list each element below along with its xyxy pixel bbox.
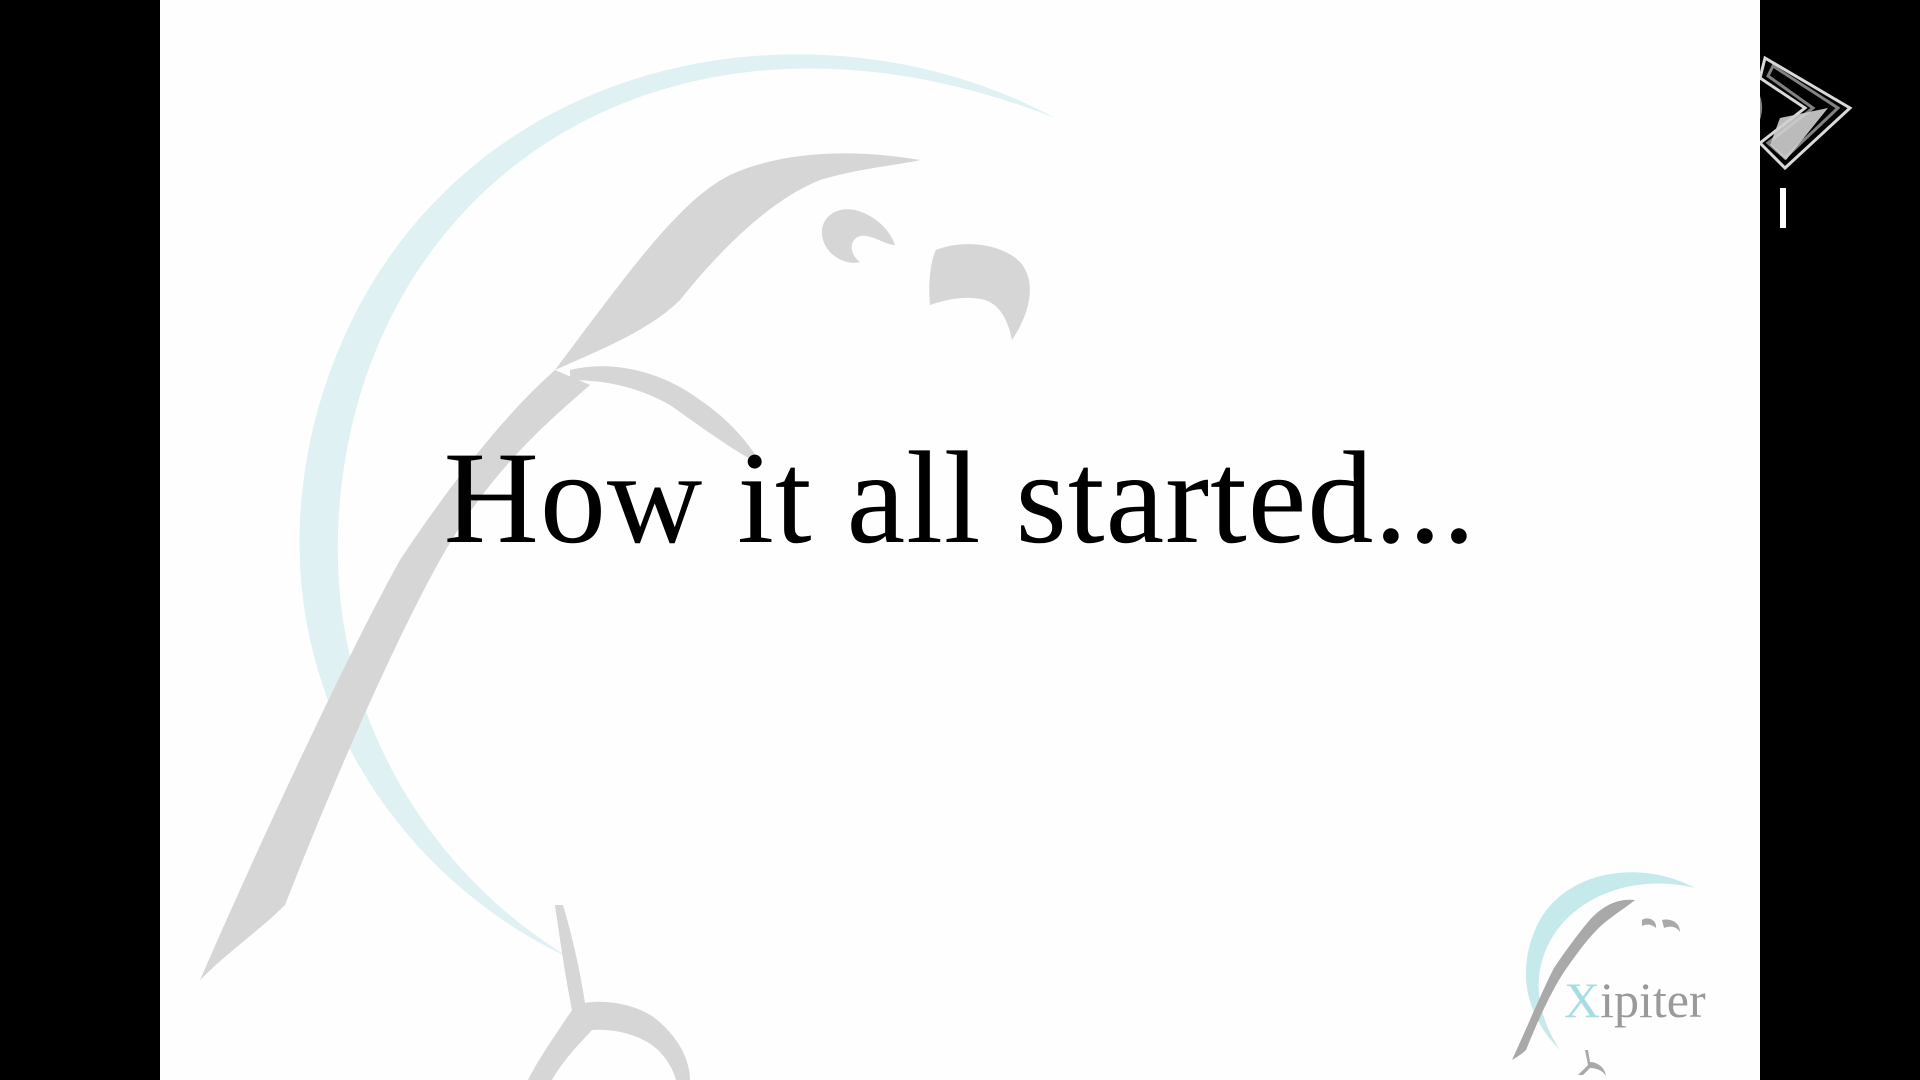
xipiter-wordmark-rest: ipiter <box>1600 972 1706 1028</box>
xipiter-parrot-icon <box>1512 872 1695 1076</box>
presentation-slide: How it all started... Xipiter <box>160 0 1760 1080</box>
slide-title: How it all started... <box>443 424 1477 571</box>
video-frame: How it all started... Xipiter <box>0 0 1920 1080</box>
xipiter-wordmark: Xipiter <box>1564 972 1706 1028</box>
xipiter-wordmark-x: X <box>1564 972 1601 1028</box>
channel-logo-icon <box>1648 55 1853 228</box>
